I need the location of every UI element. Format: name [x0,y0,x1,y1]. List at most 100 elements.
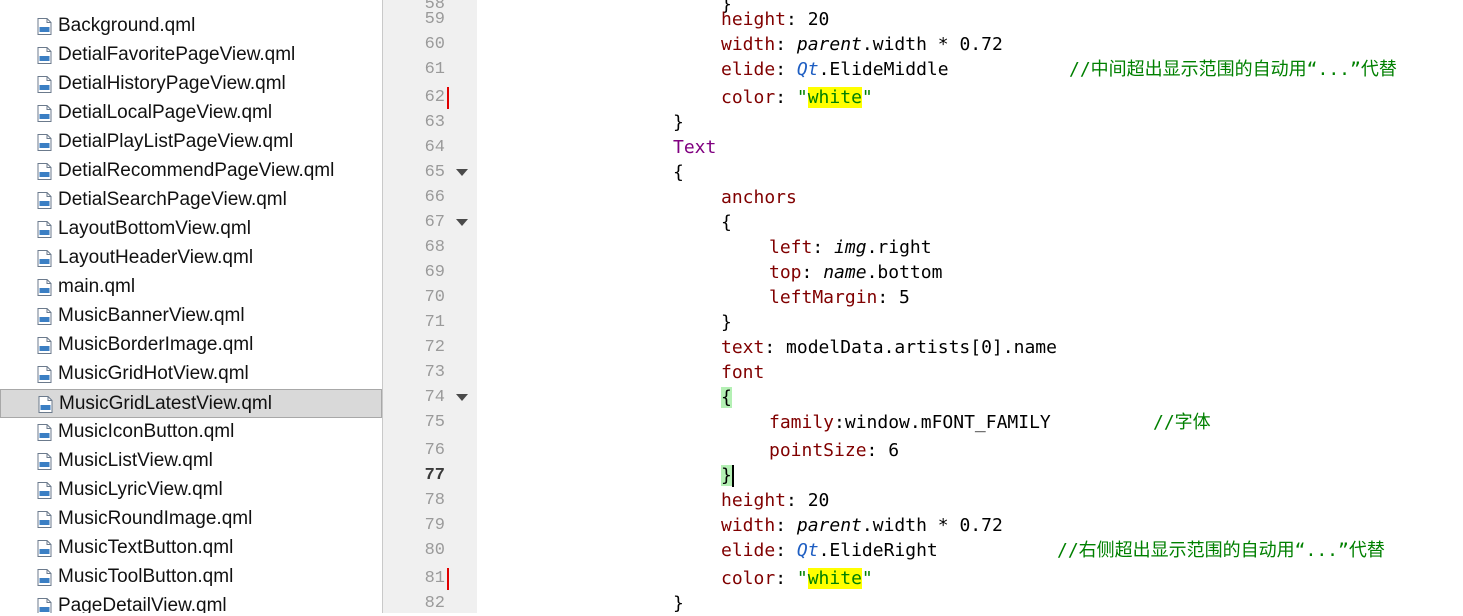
code-line-63: } [673,112,684,133]
file-tree-item[interactable]: DetialPlayListPageView.qml [0,128,382,157]
file-name: MusicListView.qml [58,450,213,471]
line-number[interactable]: 63 [383,110,445,135]
file-tree-item[interactable]: DetialRecommendPageView.qml [0,157,382,186]
line-number[interactable]: 69 [383,260,445,285]
qml-file-icon [37,482,52,499]
line-number[interactable]: 68 [383,235,445,260]
text-cursor [731,465,734,487]
line-number[interactable]: 73 [383,360,445,385]
file-tree-item[interactable]: main.qml [0,273,382,302]
file-tree-item[interactable]: MusicRoundImage.qml [0,505,382,534]
qml-file-icon [37,366,52,383]
code-line-64: Text [673,137,717,158]
qml-file-icon [38,396,53,413]
file-name: MusicGridLatestView.qml [59,393,272,414]
file-name: MusicBorderImage.qml [58,334,254,355]
search-match-highlight: white [807,568,862,589]
line-number[interactable]: 72 [383,335,445,360]
code-line-77: } [721,463,734,488]
line-number[interactable]: 78 [383,488,445,513]
code-line-75: family:window.mFONT_FAMILY [769,412,1051,433]
qml-file-icon [37,598,52,613]
project-file-tree: Background.qml DetialFavoritePageView.qml… [0,0,383,613]
code-line-73: font [721,362,765,383]
code-line-61: elide: Qt.ElideMiddle [721,59,949,80]
code-line-74: { [721,385,732,410]
file-name: MusicBannerView.qml [58,305,245,326]
file-name: MusicRoundImage.qml [58,508,253,529]
code-line-67: { [721,212,732,233]
file-tree-item[interactable]: MusicListView.qml [0,447,382,476]
line-number[interactable]: 61 [383,57,445,82]
matching-brace-open: { [721,387,732,408]
code-line-81: color: "white" [721,568,873,589]
code-comment-75: //字体 [1153,412,1211,433]
line-number[interactable]: 64 [383,135,445,160]
line-number[interactable]: 66 [383,185,445,210]
line-number[interactable]: 70 [383,285,445,310]
code-line-66: anchors [721,187,797,208]
line-number[interactable]: 60 [383,32,445,57]
line-number[interactable]: 62 [383,85,445,110]
file-tree-item[interactable]: DetialSearchPageView.qml [0,186,382,215]
file-tree-item[interactable]: MusicGridLatestView.qml [0,389,382,418]
qml-file-icon [37,453,52,470]
file-name: LayoutHeaderView.qml [58,247,254,268]
file-name: DetialPlayListPageView.qml [58,131,294,152]
file-tree-item[interactable]: LayoutHeaderView.qml [0,244,382,273]
code-line-69: top: name.bottom [769,262,943,283]
file-tree-item[interactable]: Background.qml [0,12,382,41]
qml-file-icon [37,279,52,296]
file-tree-item[interactable]: MusicBorderImage.qml [0,331,382,360]
line-number[interactable]: 82 [383,591,445,616]
qml-file-icon [37,511,52,528]
qml-file-icon [37,47,52,64]
file-tree-item[interactable]: MusicLyricView.qml [0,476,382,505]
file-name: DetialLocalPageView.qml [58,102,273,123]
qml-file-icon [37,163,52,180]
file-tree-item[interactable]: LayoutBottomView.qml [0,215,382,244]
code-line-72: text: modelData.artists[0].name [721,337,1057,358]
fold-arrow-icon[interactable] [456,219,468,226]
line-number[interactable]: 81 [383,566,445,591]
fold-arrow-icon[interactable] [456,394,468,401]
change-marker [447,568,449,590]
file-name: Background.qml [58,15,196,36]
file-tree-item[interactable]: DetialFavoritePageView.qml [0,41,382,70]
file-tree-item[interactable]: DetialHistoryPageView.qml [0,70,382,99]
qml-file-icon [37,221,52,238]
line-number[interactable]: 59 [383,7,445,32]
line-number[interactable]: 79 [383,513,445,538]
file-name: DetialRecommendPageView.qml [58,160,335,181]
code-line-76: pointSize: 6 [769,440,900,461]
code-line-62: color: "white" [721,87,873,108]
code-editor[interactable]: } height: 20 width: parent.width * 0.72 … [478,0,1463,614]
line-number[interactable]: 65 [383,160,445,185]
fold-arrow-icon[interactable] [456,169,468,176]
file-name: PageDetailView.qml [58,595,227,613]
line-number[interactable]: 76 [383,438,445,463]
line-number[interactable]: 80 [383,538,445,563]
change-marker [447,87,449,109]
line-number[interactable]: 71 [383,310,445,335]
file-tree-item[interactable]: MusicTextButton.qml [0,534,382,563]
file-tree-item[interactable]: MusicIconButton.qml [0,418,382,447]
file-name: LayoutBottomView.qml [58,218,251,239]
line-number[interactable]: 74 [383,385,445,410]
qml-file-icon [37,250,52,267]
qml-file-icon [37,424,52,441]
line-number[interactable]: 67 [383,210,445,235]
qml-file-icon [37,308,52,325]
file-tree-item[interactable]: DetialLocalPageView.qml [0,99,382,128]
qml-file-icon [37,569,52,586]
file-tree-item[interactable]: PageDetailView.qml [0,592,382,613]
code-line-78: height: 20 [721,490,830,511]
line-number[interactable]: 77 [383,463,445,488]
folder-icon[interactable] [0,0,40,6]
code-comment-80: //右侧超出显示范围的自动用“...”代替 [1057,540,1385,561]
file-tree-item[interactable]: MusicToolButton.qml [0,563,382,592]
file-tree-item[interactable]: MusicBannerView.qml [0,302,382,331]
file-name: DetialHistoryPageView.qml [58,73,286,94]
line-number[interactable]: 75 [383,410,445,435]
file-tree-item[interactable]: MusicGridHotView.qml [0,360,382,389]
